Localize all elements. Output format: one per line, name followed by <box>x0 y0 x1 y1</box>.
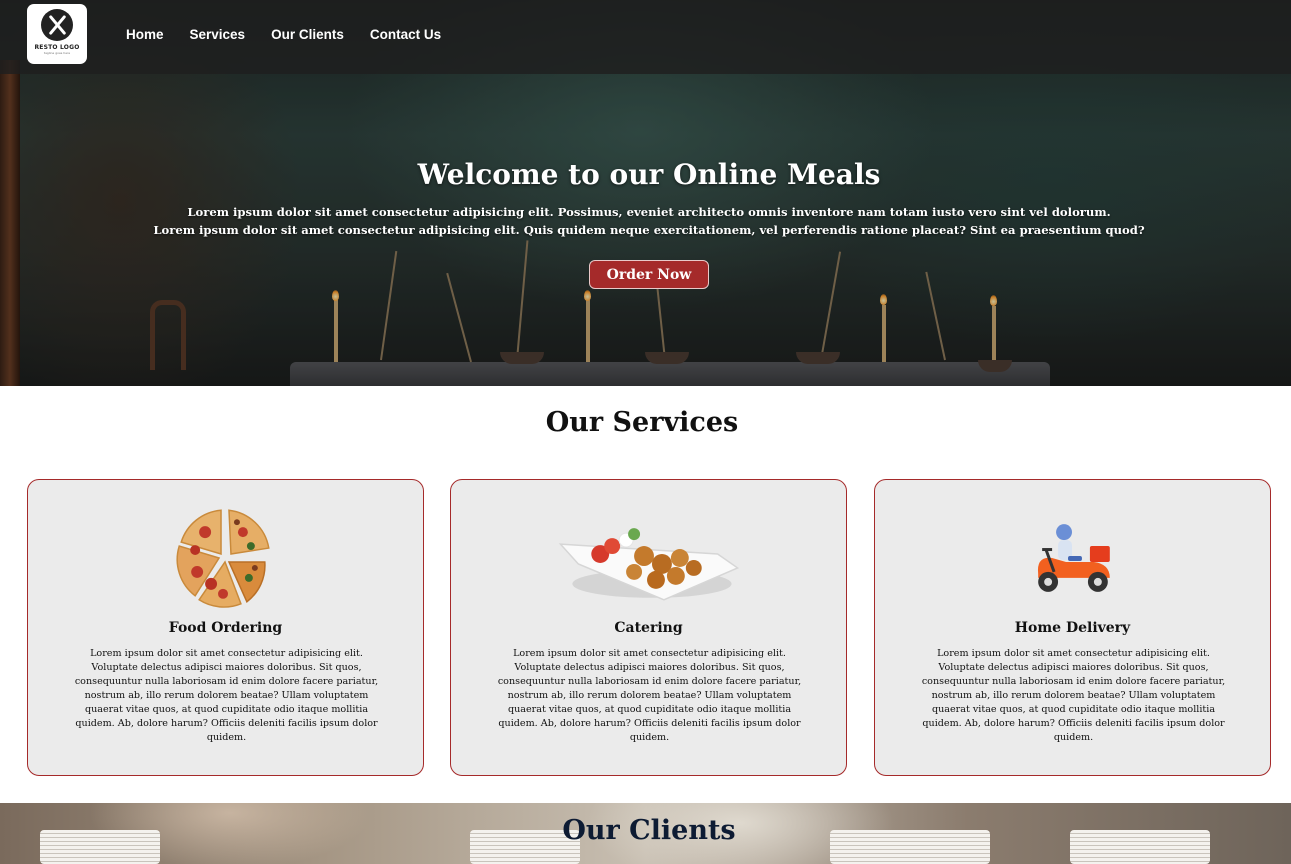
service-card-text: Lorem ipsum dolor sit amet consectetur a… <box>74 648 379 743</box>
fork-knife-icon <box>41 9 73 41</box>
order-now-button[interactable]: Order Now <box>589 260 709 289</box>
nav-link-our-clients[interactable]: Our Clients <box>271 27 344 42</box>
service-card-home-delivery: Home Delivery Lorem ipsum dolor sit amet… <box>874 479 1271 776</box>
logo-text: RESTO LOGO <box>34 44 80 51</box>
hero-title: Welcome to our Online Meals <box>417 158 881 191</box>
navbar: RESTO LOGO tagline goes here Home Servic… <box>0 0 1291 74</box>
service-card-text: Lorem ipsum dolor sit amet consectetur a… <box>921 648 1226 743</box>
delivery-scooter-icon <box>1037 524 1110 592</box>
hero-description-line-1: Lorem ipsum dolor sit amet consectetur a… <box>187 205 1111 219</box>
service-card-catering: Catering Lorem ipsum dolor sit amet cons… <box>450 479 847 776</box>
clients-title: Our Clients <box>562 815 736 846</box>
hero-description-line-2: Lorem ipsum dolor sit amet consectetur a… <box>153 223 1145 237</box>
service-card-title: Home Delivery <box>1014 620 1131 636</box>
clients-section: Our Clients <box>0 803 1291 864</box>
service-card-title: Food Ordering <box>168 620 283 636</box>
pizza-icon <box>176 509 270 608</box>
nav-links: Home Services Our Clients Contact Us <box>126 27 467 42</box>
logo-subtext: tagline goes here <box>43 51 71 55</box>
catering-plate-icon <box>558 528 740 601</box>
services-title: Our Services <box>545 407 739 438</box>
service-card-text: Lorem ipsum dolor sit amet consectetur a… <box>497 648 802 743</box>
nav-link-contact-us[interactable]: Contact Us <box>370 27 441 42</box>
nav-link-home[interactable]: Home <box>126 27 164 42</box>
resto-logo[interactable]: RESTO LOGO tagline goes here <box>27 4 87 64</box>
service-card-title: Catering <box>614 620 683 636</box>
service-card-food-ordering: Food Ordering Lorem ipsum dolor sit amet… <box>27 479 424 776</box>
nav-link-services[interactable]: Services <box>190 27 246 42</box>
